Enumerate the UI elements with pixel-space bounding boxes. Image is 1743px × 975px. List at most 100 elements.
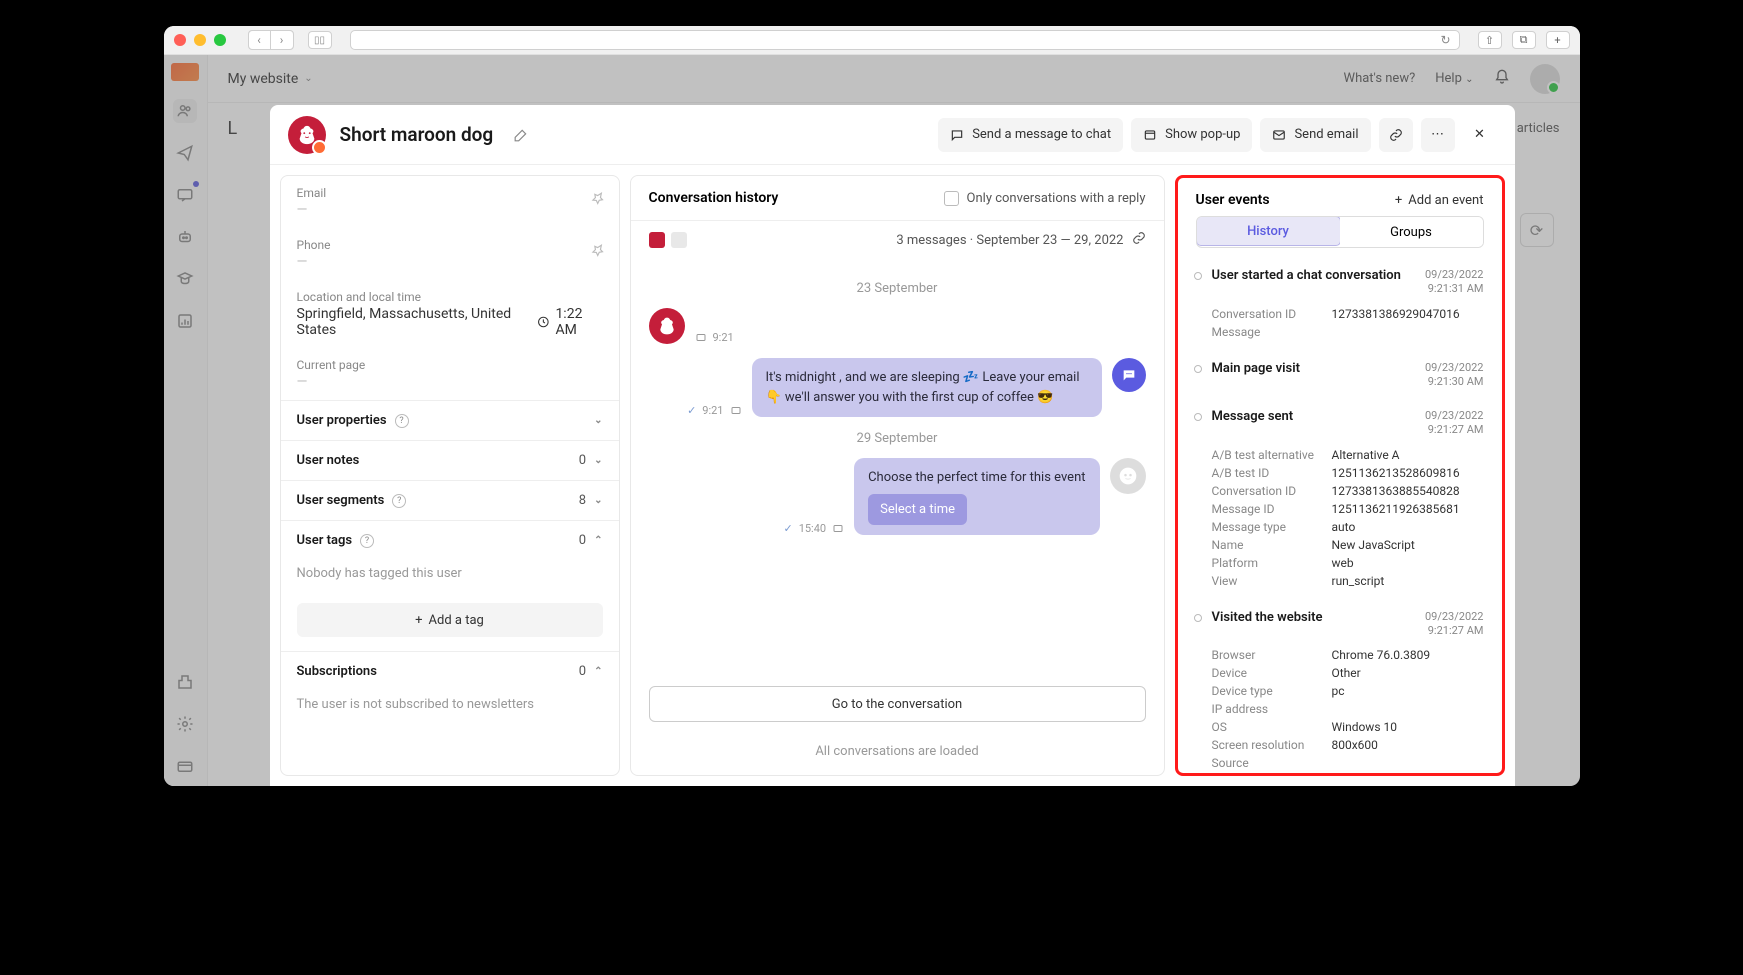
browser-titlebar: ‹ › ▯▯ ↻ ⇧ ⧉ + [164, 26, 1580, 55]
section-user-tags[interactable]: User tags? 0⌃ [281, 520, 619, 560]
conversation-panel: Conversation history Only conversations … [630, 175, 1165, 776]
add-tag-button[interactable]: + Add a tag [297, 603, 603, 637]
url-bar[interactable]: ↻ [350, 30, 1460, 50]
event-prop-key: A/B test ID [1212, 466, 1332, 480]
back-button[interactable]: ‹ [249, 31, 271, 49]
event-prop-row: Platformweb [1212, 554, 1484, 572]
send-email-button[interactable]: Send email [1260, 118, 1370, 152]
event-prop-key: Device [1212, 666, 1332, 680]
close-modal-button[interactable]: ✕ [1463, 118, 1497, 152]
email-label: Email [297, 186, 603, 200]
event-prop-row: OSWindows 10 [1212, 718, 1484, 736]
conv-filter[interactable]: Only conversations with a reply [944, 191, 1146, 206]
phone-label: Phone [297, 238, 603, 252]
event-prop-row: NameNew JavaScript [1212, 536, 1484, 554]
prop-location: Location and local time Springfield, Mas… [281, 280, 619, 348]
events-list: User started a chat conversation09/23/20… [1182, 258, 1498, 769]
event-prop-value [1332, 325, 1484, 339]
help-icon[interactable]: ? [395, 414, 409, 428]
event-dot-icon [1194, 272, 1202, 280]
external-link-icon[interactable] [1132, 231, 1146, 249]
add-event-button[interactable]: + Add an event [1395, 193, 1484, 208]
share-button[interactable]: ⇧ [1478, 31, 1502, 49]
tags-empty-text: Nobody has tagged this user [281, 560, 619, 595]
close-window-btn[interactable] [174, 34, 186, 46]
link-button[interactable] [1379, 118, 1413, 152]
event-prop-key: View [1212, 574, 1332, 588]
event-name: Message sent [1212, 409, 1425, 438]
event-prop-row: Source [1212, 754, 1484, 769]
conv-title: Conversation history [649, 190, 779, 206]
subs-empty-text: The user is not subscribed to newsletter… [281, 691, 619, 726]
event-timestamp: 09/23/20229:21:30 AM [1425, 361, 1484, 390]
section-user-notes[interactable]: User notes 0⌄ [281, 440, 619, 480]
message-outgoing: ✓15:40 Choose the perfect time for this … [649, 458, 1146, 535]
sidebar-toggle[interactable]: ▯▯ [308, 31, 332, 49]
event-timestamp: 09/23/20229:21:31 AM [1425, 268, 1484, 297]
event-prop-row: Message ID1251136211926385681 [1212, 500, 1484, 518]
event-prop-key: Source [1212, 756, 1332, 769]
forward-button[interactable]: › [271, 31, 293, 49]
user-events-panel: User events + Add an event History Group… [1175, 175, 1505, 776]
select-time-button[interactable]: Select a time [868, 494, 967, 526]
modal-header: Short maroon dog Send a message to chat … [270, 105, 1515, 165]
window-controls [174, 34, 226, 46]
event-timestamp: 09/23/20229:21:27 AM [1425, 409, 1484, 438]
tab-groups[interactable]: Groups [1340, 217, 1483, 247]
event-item[interactable]: Main page visit09/23/20229:21:30 AM [1196, 351, 1484, 400]
show-popup-button[interactable]: Show pop-up [1131, 118, 1252, 152]
event-item[interactable]: Message sent09/23/20229:21:27 AM A/B test… [1196, 399, 1484, 600]
conv-header: Conversation history Only conversations … [631, 176, 1164, 221]
event-prop-value: 1251136213528609816 [1332, 466, 1484, 480]
minimize-window-btn[interactable] [194, 34, 206, 46]
section-subscriptions[interactable]: Subscriptions 0⌃ [281, 651, 619, 691]
channel-icon-2 [671, 232, 687, 248]
event-prop-key: A/B test alternative [1212, 448, 1332, 462]
date-separator: 29 September [649, 431, 1146, 446]
event-prop-row: Screen resolution800x600 [1212, 736, 1484, 754]
pin-email-icon[interactable] [591, 190, 605, 209]
section-user-properties[interactable]: User properties? ⌄ [281, 400, 619, 440]
event-prop-key: IP address [1212, 702, 1332, 716]
location-value: Springfield, Massachusetts, United State… [297, 306, 603, 338]
event-prop-value: run_script [1332, 574, 1484, 588]
section-user-segments[interactable]: User segments? 8⌄ [281, 480, 619, 520]
edit-name-button[interactable] [507, 121, 535, 149]
maximize-window-btn[interactable] [214, 34, 226, 46]
help-icon[interactable]: ? [392, 494, 406, 508]
event-prop-key: Name [1212, 538, 1332, 552]
tab-history[interactable]: History [1196, 216, 1341, 246]
reply-filter-checkbox[interactable] [944, 191, 959, 206]
event-prop-key: Message ID [1212, 502, 1332, 516]
prop-page: Current page — [281, 348, 619, 400]
modal-body: Email — Phone — Location and local time … [270, 165, 1515, 786]
event-item[interactable]: User started a chat conversation09/23/20… [1196, 258, 1484, 351]
go-to-conversation-button[interactable]: Go to the conversation [649, 686, 1146, 722]
event-name: User started a chat conversation [1212, 268, 1425, 297]
page-value: — [297, 374, 603, 390]
date-separator: 23 September [649, 281, 1146, 296]
tabs-button[interactable]: ⧉ [1512, 31, 1536, 49]
send-message-button[interactable]: Send a message to chat [938, 118, 1123, 152]
message-outgoing: ✓9:21 It's midnight , and we are sleepin… [649, 358, 1146, 417]
message-incoming: 9:21 [649, 308, 1146, 344]
event-item[interactable]: Visited the website09/23/20229:21:27 AMB… [1196, 600, 1484, 769]
event-prop-row: A/B test ID1251136213528609816 [1212, 464, 1484, 482]
conv-meta: 3 messages · September 23 — 29, 2022 [631, 221, 1164, 259]
event-prop-value [1332, 702, 1484, 716]
user-name: Short maroon dog [340, 123, 494, 146]
event-prop-key: Conversation ID [1212, 484, 1332, 498]
more-button[interactable]: ⋯ [1421, 118, 1455, 152]
help-icon[interactable]: ? [360, 534, 374, 548]
event-prop-value: pc [1332, 684, 1484, 698]
event-prop-key: Browser [1212, 648, 1332, 662]
event-prop-row: BrowserChrome 76.0.3809 [1212, 646, 1484, 664]
titlebar-actions: ⇧ ⧉ + [1478, 31, 1570, 49]
event-prop-value: New JavaScript [1332, 538, 1484, 552]
agent-avatar-icon [1112, 358, 1146, 392]
browser-nav: ‹ › [248, 30, 294, 50]
all-loaded-text: All conversations are loaded [631, 728, 1164, 775]
new-tab-button[interactable]: + [1546, 31, 1570, 49]
event-prop-value: 1273381363885540828 [1332, 484, 1484, 498]
pin-phone-icon[interactable] [591, 242, 605, 261]
